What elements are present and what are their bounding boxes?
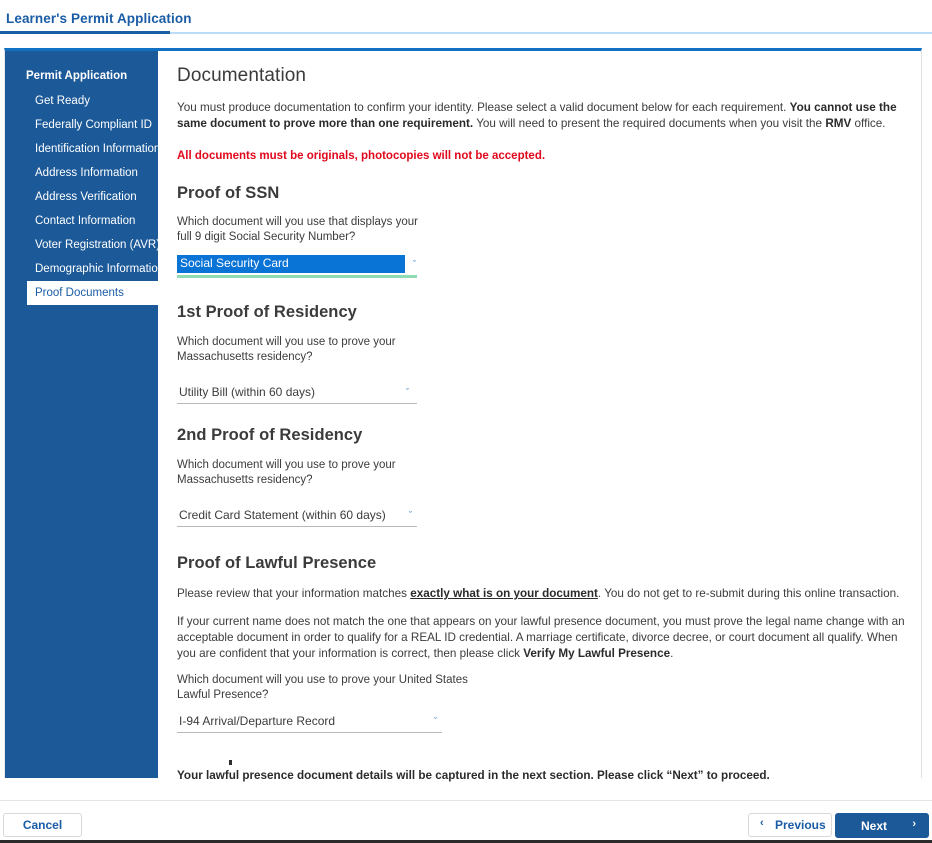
intro-part-3: office.	[851, 117, 886, 130]
chevron-left-icon: ‹	[760, 817, 764, 829]
sidebar: Permit Application Get Ready Federally C…	[5, 51, 158, 778]
content-inner: Documentation You must produce documenta…	[177, 51, 912, 784]
lawful-p1-part-2: . You do not get to re-submit during thi…	[597, 587, 900, 600]
next-button-label: Next	[861, 819, 888, 833]
sidebar-item-proof-documents[interactable]: Proof Documents	[27, 281, 158, 305]
intro-part-2: You will need to present the required do…	[473, 117, 826, 130]
sidebar-heading: Permit Application	[26, 70, 128, 82]
residency1-selected-value: Utility Bill (within 60 days)	[179, 385, 316, 399]
ssn-question-line-1: Which document will you use that display…	[177, 216, 418, 228]
title-rail	[170, 32, 932, 34]
lawful-p1-part-1: Please review that your information matc…	[177, 587, 411, 600]
title-underline	[0, 31, 170, 34]
chevron-right-icon: ›	[912, 818, 916, 830]
lawful-presence-document-select[interactable]: I-94 Arrival/Departure Record	[177, 712, 442, 733]
lawful-select-wrapper: I-94 Arrival/Departure Record ˇ	[177, 712, 912, 736]
intro-bold-rmv: RMV	[825, 117, 852, 130]
residency2-question-line-2: Massachusetts residency?	[177, 474, 313, 486]
ssn-select-wrapper: Social Security Card ˇ	[177, 255, 912, 279]
intro-part-1: You must produce documentation to confir…	[177, 101, 790, 114]
ssn-selected-value: Social Security Card	[180, 256, 289, 270]
sidebar-item-demographic-information[interactable]: Demographic Information	[5, 257, 158, 281]
section-title-1st-proof-residency: 1st Proof of Residency	[177, 303, 357, 321]
section-title-2nd-proof-residency: 2nd Proof of Residency	[177, 426, 363, 444]
sidebar-item-get-ready[interactable]: Get Ready	[5, 89, 158, 113]
sidebar-item-contact-information[interactable]: Contact Information	[5, 209, 158, 233]
originals-alert: All documents must be originals, photoco…	[177, 150, 546, 162]
residency1-select-wrapper: Utility Bill (within 60 days) ˇ	[177, 383, 912, 407]
lawful-question-line-1: Which document will you use to prove you…	[177, 674, 468, 686]
lawful-paragraph-2: If your current name does not match the …	[177, 614, 910, 662]
lawful-paragraph-1: Please review that your information matc…	[177, 586, 909, 602]
sidebar-item-federally-compliant-id[interactable]: Federally Compliant ID	[5, 113, 158, 137]
sidebar-item-identification-information[interactable]: Identification Information	[5, 137, 158, 161]
previous-button-label: Previous	[775, 818, 826, 832]
lawful-p2-bold: Verify My Lawful Presence	[523, 647, 671, 660]
ssn-question-line-2: full 9 digit Social Security Number?	[177, 231, 356, 243]
content-area: Documentation You must produce documenta…	[158, 51, 921, 782]
intro-paragraph: You must produce documentation to confir…	[177, 100, 907, 132]
sidebar-item-address-information[interactable]: Address Information	[5, 161, 158, 185]
cancel-button[interactable]: Cancel	[3, 813, 82, 837]
app-header: Learner's Permit Application	[0, 0, 932, 36]
lawful-p1-underlined: exactly what is on your document	[410, 587, 598, 600]
chevron-down-icon[interactable]: ˇ	[434, 717, 437, 726]
mouse-cursor-artifact	[229, 760, 232, 765]
residency2-select-wrapper: Credit Card Statement (within 60 days) ˇ	[177, 506, 912, 530]
next-section-note: Your lawful presence document details wi…	[177, 769, 770, 782]
previous-button[interactable]: ‹ Previous	[748, 813, 832, 837]
chevron-down-icon[interactable]: ˇ	[409, 511, 412, 520]
lawful-selected-value: I-94 Arrival/Departure Record	[179, 714, 336, 728]
lawful-p2-part-3: .	[670, 647, 674, 660]
ssn-document-select[interactable]: Social Security Card	[177, 255, 417, 278]
section-title-lawful-presence: Proof of Lawful Presence	[177, 554, 377, 572]
main-panel: Permit Application Get Ready Federally C…	[4, 48, 922, 782]
sidebar-list: Get Ready Federally Compliant ID Identif…	[5, 89, 158, 305]
page-title: Learner's Permit Application	[6, 11, 192, 26]
residency1-question-line-1: Which document will you use to prove you…	[177, 336, 396, 348]
sidebar-item-voter-registration[interactable]: Voter Registration (AVR)	[5, 233, 158, 257]
chevron-down-icon[interactable]: ˇ	[406, 388, 409, 397]
residency1-document-select[interactable]: Utility Bill (within 60 days)	[177, 383, 417, 404]
residency2-document-select[interactable]: Credit Card Statement (within 60 days)	[177, 506, 417, 527]
residency2-question-line-1: Which document will you use to prove you…	[177, 459, 396, 471]
documentation-title: Documentation	[177, 65, 307, 86]
section-title-proof-of-ssn: Proof of SSN	[177, 184, 280, 202]
next-button[interactable]: Next ›	[835, 813, 929, 838]
sidebar-item-address-verification[interactable]: Address Verification	[5, 185, 158, 209]
residency1-question-line-2: Massachusetts residency?	[177, 351, 313, 363]
chevron-down-icon[interactable]: ˇ	[413, 260, 416, 269]
lawful-question-line-2: Lawful Presence?	[177, 689, 269, 701]
residency2-selected-value: Credit Card Statement (within 60 days)	[179, 508, 386, 522]
footer-bar: Cancel ‹ Previous Next ›	[0, 800, 932, 843]
